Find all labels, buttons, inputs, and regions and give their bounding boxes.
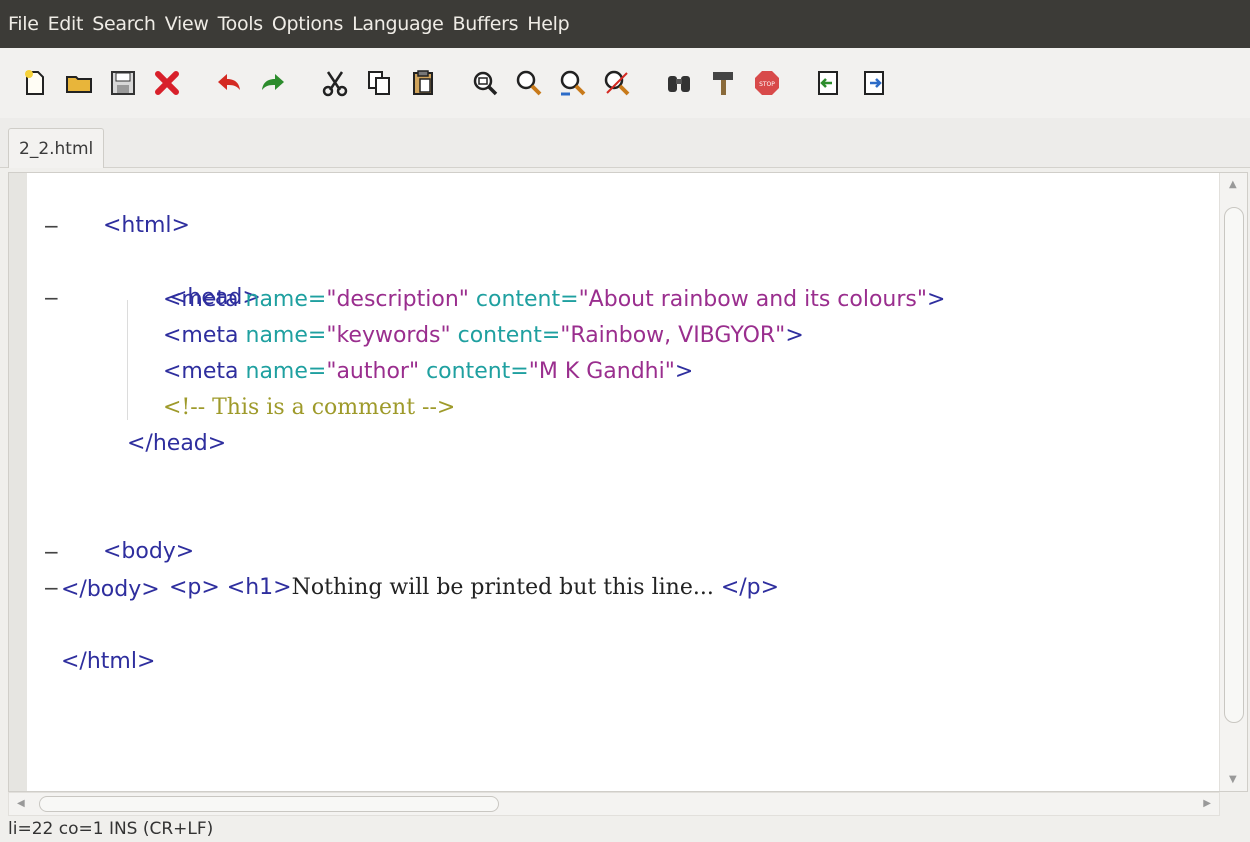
undo-icon bbox=[218, 74, 240, 90]
code-line-14: </html> bbox=[61, 649, 156, 674]
build-button[interactable] bbox=[706, 66, 740, 100]
vertical-scroll-thumb[interactable] bbox=[1224, 207, 1244, 723]
undo-button[interactable] bbox=[212, 66, 246, 100]
menu-tools[interactable]: Tools bbox=[218, 13, 264, 35]
zoom-reset-button[interactable] bbox=[600, 66, 634, 100]
stop-icon: STOP bbox=[755, 71, 779, 95]
scroll-left-arrow-icon[interactable]: ◀ bbox=[17, 798, 25, 809]
code-editor[interactable]: − <html> − <head> <meta name="description"… bbox=[8, 172, 1248, 792]
save-button[interactable] bbox=[106, 66, 140, 100]
toolbar: STOP bbox=[0, 48, 1250, 118]
menu-bar: File Edit Search View Tools Options Lang… bbox=[0, 0, 1250, 48]
open-button[interactable] bbox=[62, 66, 96, 100]
copy-button[interactable] bbox=[362, 66, 396, 100]
scroll-right-arrow-icon[interactable]: ▶ bbox=[1203, 798, 1211, 809]
tab-file[interactable]: 2_2.html bbox=[8, 128, 105, 168]
fold-marker[interactable]: − bbox=[43, 209, 60, 243]
copy-icon bbox=[368, 71, 390, 95]
previous-buffer-icon bbox=[818, 71, 838, 95]
fold-marker[interactable]: − bbox=[43, 281, 60, 315]
menu-file[interactable]: File bbox=[8, 13, 39, 35]
find-binoculars-icon bbox=[668, 76, 690, 92]
menu-language[interactable]: Language bbox=[352, 13, 444, 35]
tab-bar: 2_2.html bbox=[0, 118, 1250, 168]
open-folder-icon bbox=[66, 76, 92, 93]
zoom-fit-button[interactable] bbox=[468, 66, 502, 100]
save-icon bbox=[111, 71, 135, 95]
fold-marker[interactable]: − bbox=[43, 571, 60, 605]
next-buffer-button[interactable] bbox=[856, 66, 890, 100]
menu-options[interactable]: Options bbox=[272, 13, 344, 35]
zoom-fit-icon bbox=[473, 71, 498, 96]
close-red-x-icon bbox=[155, 71, 179, 95]
horizontal-scroll-thumb[interactable] bbox=[39, 796, 499, 812]
svg-text:STOP: STOP bbox=[759, 81, 775, 88]
paste-button[interactable] bbox=[406, 66, 440, 100]
menu-help[interactable]: Help bbox=[527, 13, 569, 35]
code-line-11: − <p> <h1>Nothing will be printed but thi… bbox=[43, 537, 779, 600]
fold-marker[interactable]: − bbox=[43, 535, 60, 569]
zoom-out-button[interactable] bbox=[556, 66, 590, 100]
menu-view[interactable]: View bbox=[165, 13, 209, 35]
menu-search[interactable]: Search bbox=[92, 13, 156, 35]
code-line-3: − <head> bbox=[43, 247, 261, 310]
horizontal-scrollbar[interactable]: ◀ ▶ bbox=[8, 792, 1220, 816]
new-file-icon bbox=[25, 70, 44, 95]
redo-icon bbox=[262, 74, 284, 90]
margin-strip bbox=[9, 173, 27, 791]
previous-buffer-button[interactable] bbox=[812, 66, 846, 100]
code-line-12: </body> bbox=[61, 577, 160, 602]
code-line-10: − <body> bbox=[43, 501, 194, 564]
scroll-up-arrow-icon[interactable]: ▲ bbox=[1229, 179, 1237, 190]
build-hammer-icon bbox=[713, 72, 733, 95]
code-line-8: </head> bbox=[127, 431, 227, 456]
zoom-in-icon bbox=[516, 70, 542, 96]
zoom-reset-icon bbox=[604, 70, 630, 96]
code-line-7: <!-- This is a comment --> bbox=[163, 395, 456, 420]
tab-label: 2_2.html bbox=[19, 138, 94, 159]
code-line-6: <meta name="author" content="M K Gandhi"… bbox=[163, 359, 694, 384]
code-line-5: <meta name="keywords" content="Rainbow, … bbox=[163, 323, 804, 348]
close-button[interactable] bbox=[150, 66, 184, 100]
code-line-1: − <html> bbox=[43, 175, 190, 238]
find-button[interactable] bbox=[662, 66, 696, 100]
zoom-out-icon bbox=[560, 70, 586, 96]
next-buffer-icon bbox=[864, 71, 884, 95]
menu-buffers[interactable]: Buffers bbox=[452, 13, 518, 35]
zoom-in-button[interactable] bbox=[512, 66, 546, 100]
stop-button[interactable]: STOP bbox=[750, 66, 784, 100]
status-bar: li=22 co=1 INS (CR+LF) bbox=[8, 819, 214, 839]
scroll-down-arrow-icon[interactable]: ▼ bbox=[1229, 774, 1237, 785]
redo-button[interactable] bbox=[256, 66, 290, 100]
paste-icon bbox=[413, 70, 433, 95]
fold-gutter bbox=[9, 173, 57, 791]
menu-edit[interactable]: Edit bbox=[48, 13, 84, 35]
code-line-4: <meta name="description" content="About … bbox=[163, 287, 946, 312]
vertical-scrollbar[interactable]: ▲ ▼ bbox=[1219, 173, 1247, 791]
new-file-button[interactable] bbox=[18, 66, 52, 100]
cut-button[interactable] bbox=[318, 66, 352, 100]
cut-icon bbox=[322, 71, 348, 97]
code-area[interactable]: − <html> − <head> <meta name="description"… bbox=[43, 173, 1219, 791]
